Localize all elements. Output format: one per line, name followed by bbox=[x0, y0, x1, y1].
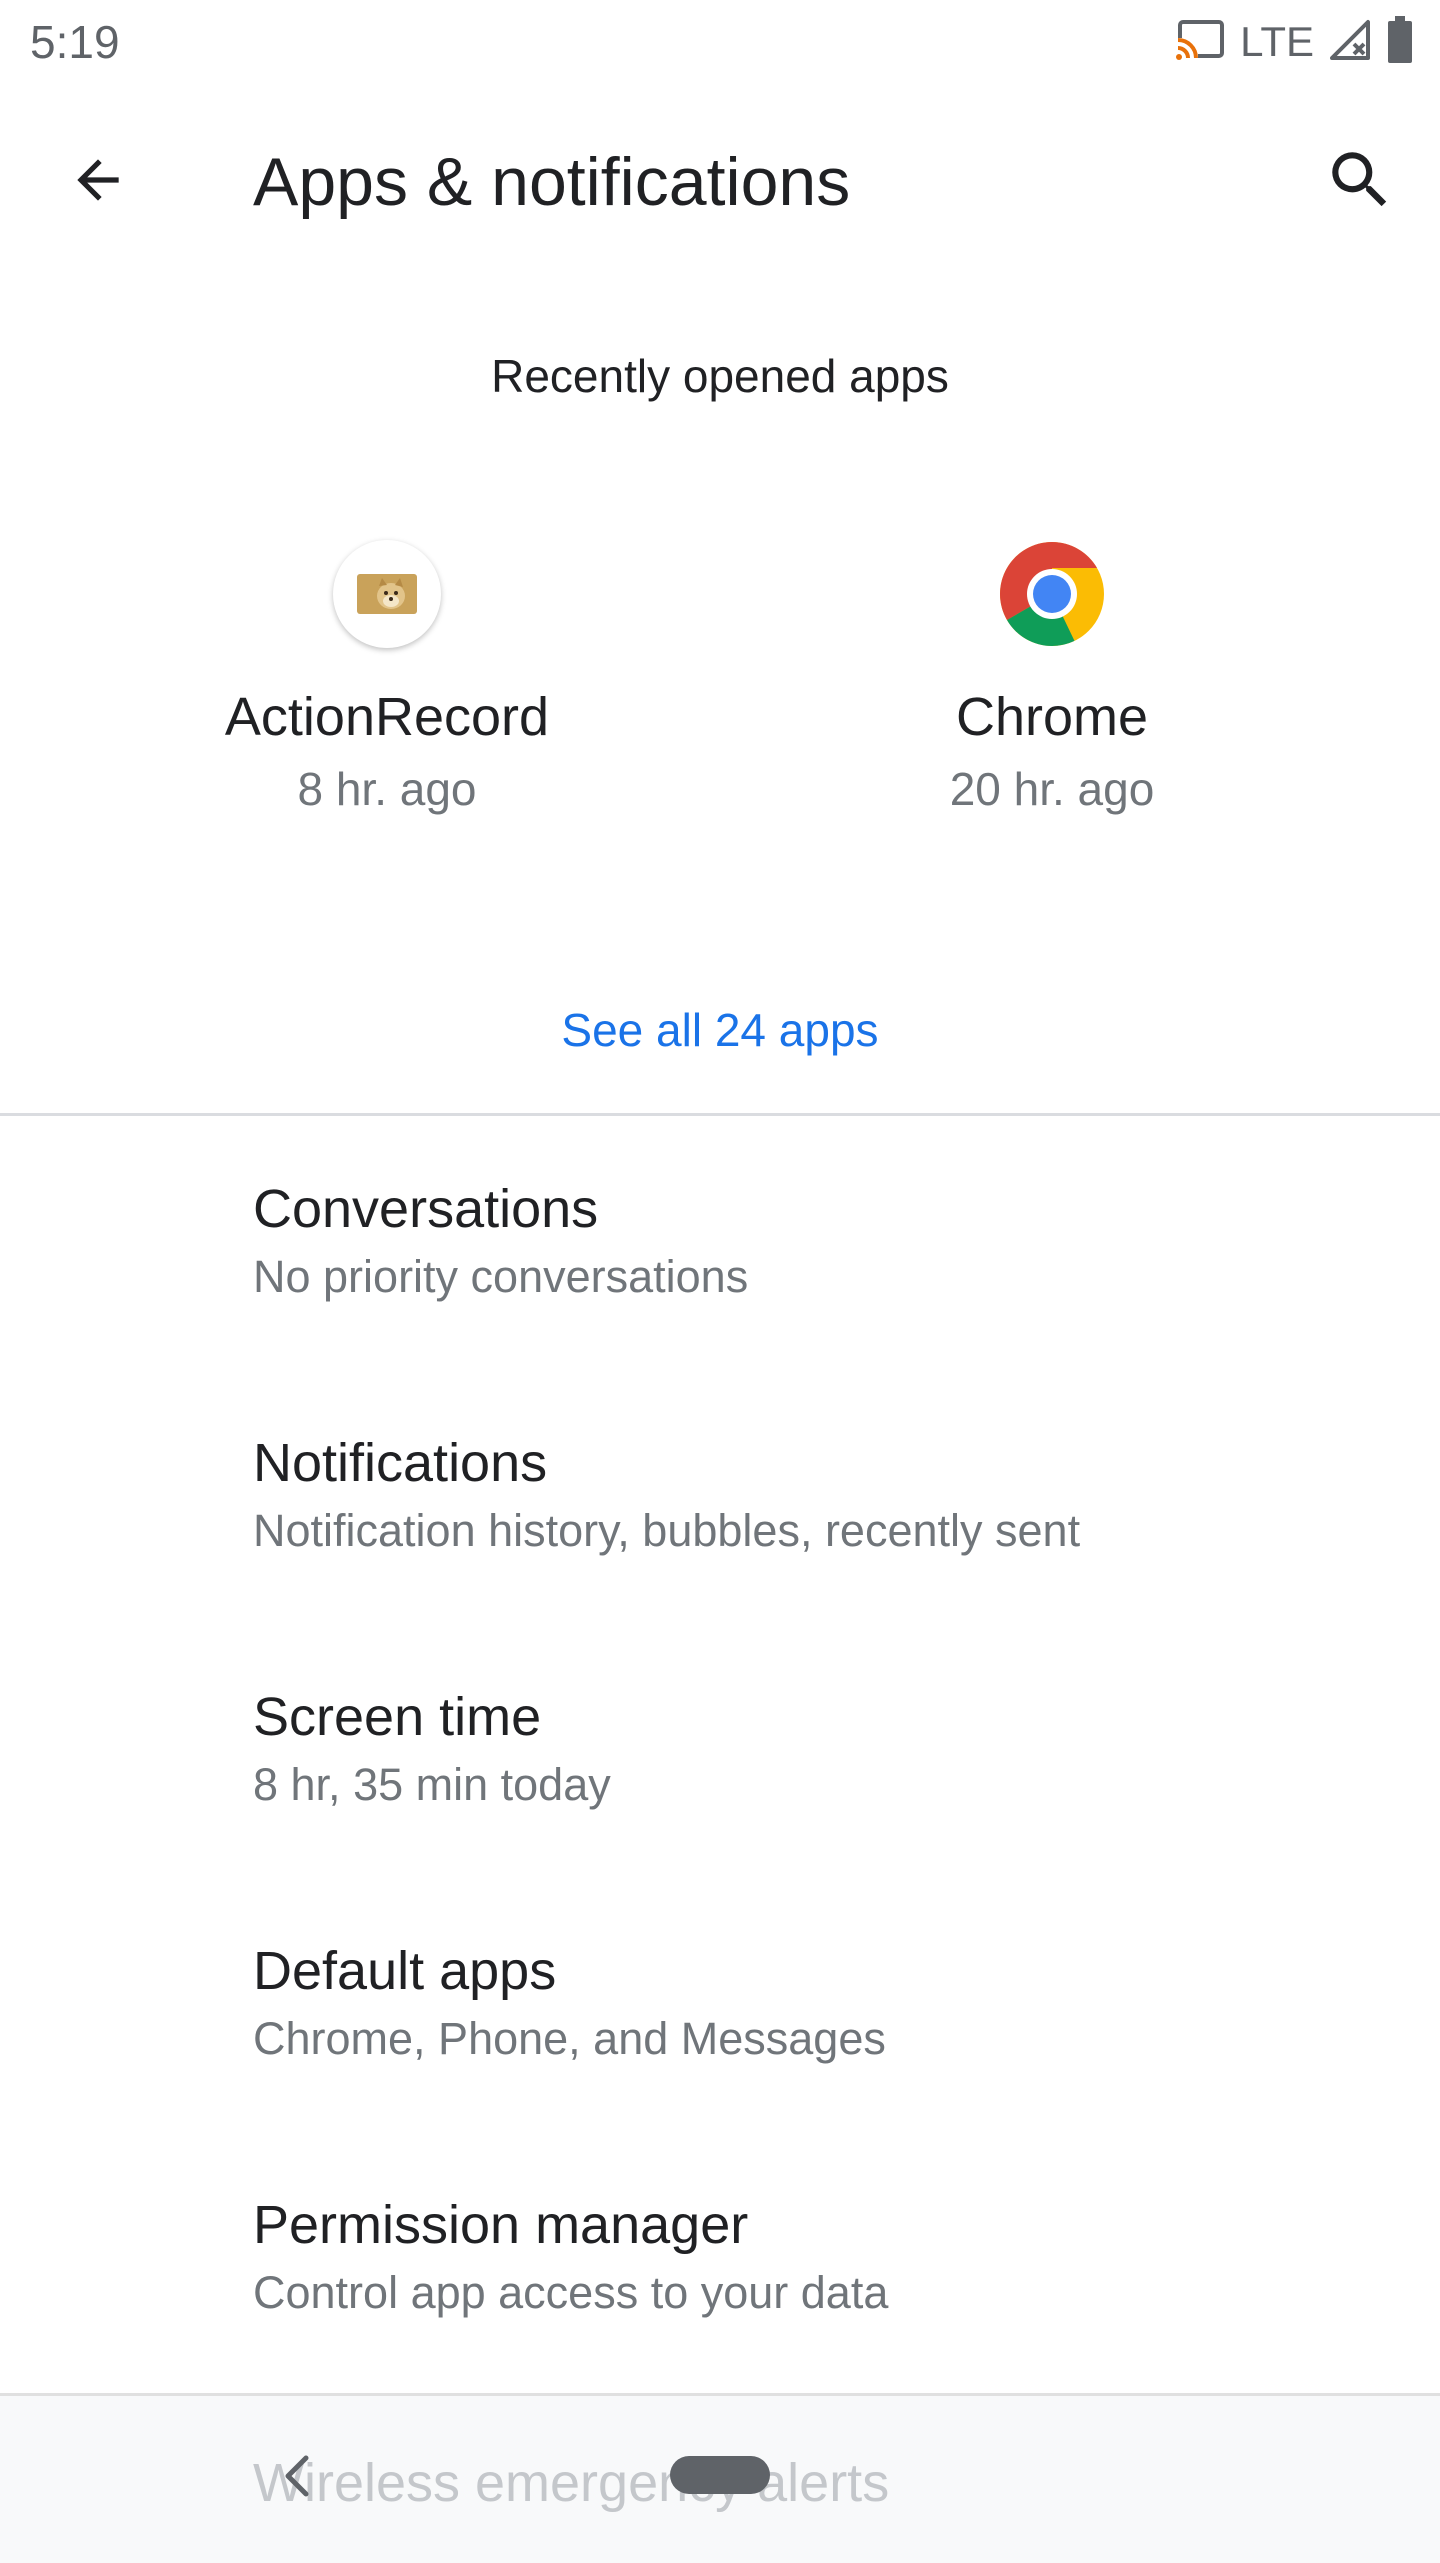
chevron-left-icon bbox=[285, 2455, 309, 2497]
divider bbox=[0, 1113, 1440, 1116]
app-name: Chrome bbox=[955, 687, 1149, 747]
network-type: LTE bbox=[1240, 18, 1314, 65]
status-icons: LTE bbox=[1174, 14, 1414, 70]
page-title: Apps & notifications bbox=[253, 144, 851, 220]
item-title: Permission manager bbox=[253, 2195, 749, 2255]
search-button[interactable] bbox=[1310, 130, 1410, 230]
settings-item-notifications[interactable]: Notifications Notification history, bubb… bbox=[0, 1430, 1440, 1684]
battery-icon bbox=[1386, 15, 1414, 69]
navigation-bar: Wireless emergency alerts bbox=[0, 2393, 1440, 2563]
recent-app-chrome[interactable]: Chrome 20 hr. ago bbox=[792, 540, 1312, 818]
status-time: 5:19 bbox=[30, 16, 120, 68]
item-subtitle: No priority conversations bbox=[253, 1251, 749, 1302]
app-last-used: 8 hr. ago bbox=[297, 763, 477, 815]
nav-back-button[interactable] bbox=[268, 2446, 328, 2506]
actionrecord-icon bbox=[333, 540, 441, 648]
search-icon bbox=[1332, 152, 1387, 207]
cast-icon bbox=[1174, 18, 1226, 67]
item-subtitle: Chrome, Phone, and Messages bbox=[253, 2013, 886, 2064]
home-pill-button[interactable] bbox=[670, 2456, 770, 2494]
item-title: Notifications bbox=[253, 1433, 548, 1493]
item-title: Conversations bbox=[253, 1179, 599, 1239]
arrow-back-icon bbox=[77, 159, 119, 201]
app-last-used: 20 hr. ago bbox=[949, 763, 1155, 815]
item-subtitle: 8 hr, 35 min today bbox=[253, 1759, 611, 1810]
signal-icon bbox=[1328, 18, 1372, 67]
back-button[interactable] bbox=[48, 130, 148, 230]
item-subtitle: Notification history, bubbles, recently … bbox=[253, 1505, 1081, 1556]
recent-apps-header: Recently opened apps bbox=[491, 350, 949, 402]
item-subtitle: Control app access to your data bbox=[253, 2267, 889, 2318]
chrome-icon bbox=[998, 540, 1106, 648]
settings-item-default-apps[interactable]: Default apps Chrome, Phone, and Messages bbox=[0, 1938, 1440, 2192]
recent-app-actionrecord[interactable]: ActionRecord 8 hr. ago bbox=[127, 540, 647, 818]
settings-item-conversations[interactable]: Conversations No priority conversations bbox=[0, 1176, 1440, 1430]
settings-item-wireless-emergency-alerts[interactable]: Wireless emergency alerts bbox=[253, 2450, 889, 2516]
see-all-apps-link[interactable]: See all 24 apps bbox=[0, 998, 1440, 1062]
item-title: Default apps bbox=[253, 1941, 557, 2001]
item-title: Screen time bbox=[253, 1687, 542, 1747]
settings-item-screen-time[interactable]: Screen time 8 hr, 35 min today bbox=[0, 1684, 1440, 1938]
app-name: ActionRecord bbox=[224, 687, 550, 747]
